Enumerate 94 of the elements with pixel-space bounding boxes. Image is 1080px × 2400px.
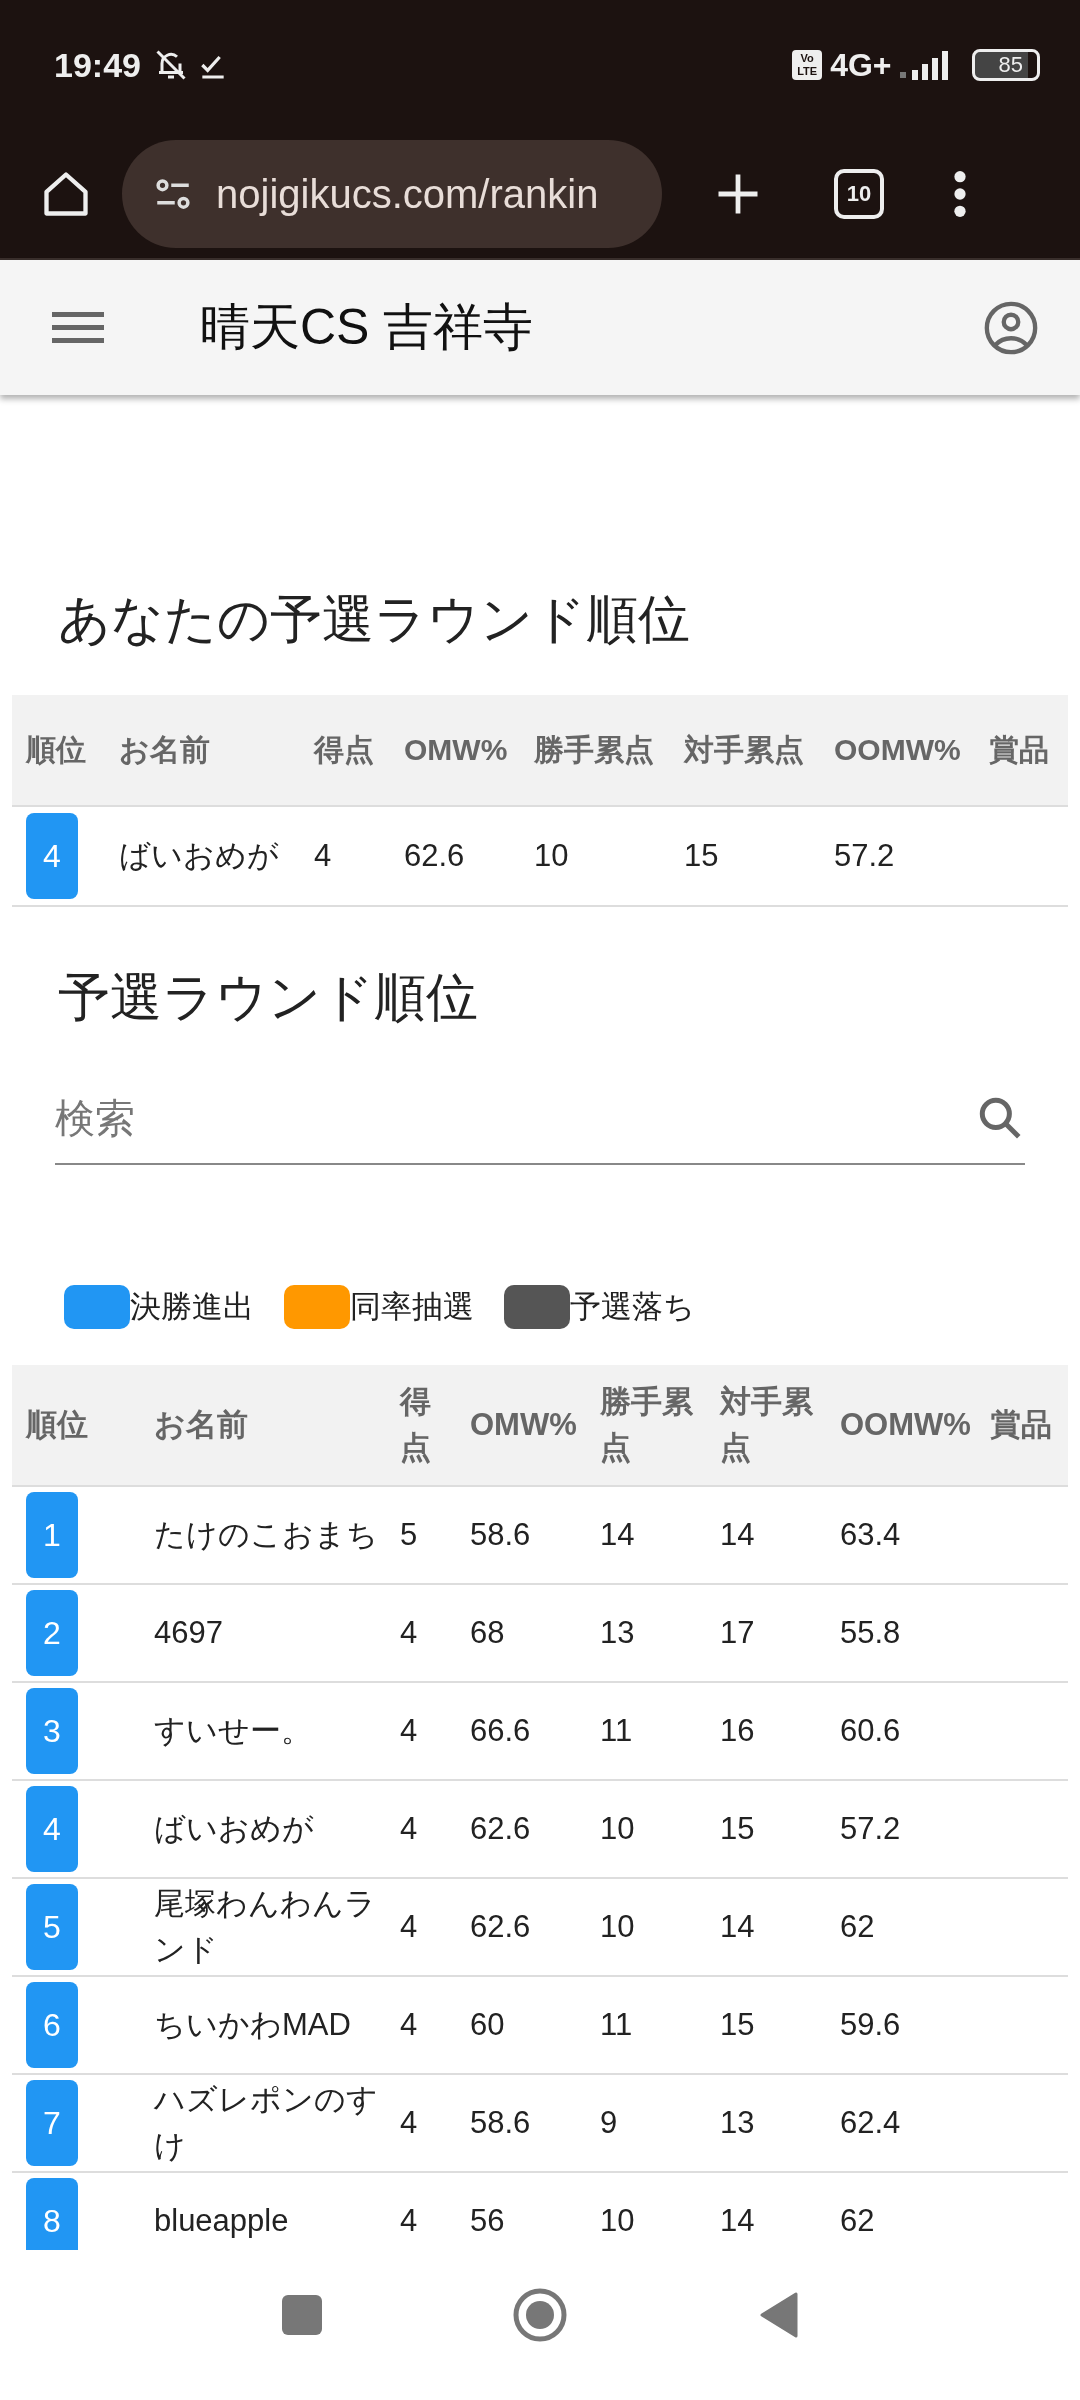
rank-badge: 7	[26, 2080, 78, 2166]
table-cell: 62	[840, 1878, 990, 1976]
table-cell: 13	[600, 1584, 720, 1682]
table-cell: 14	[720, 2172, 840, 2250]
table-cell: 10	[600, 1780, 720, 1878]
app-title: 晴天CS 吉祥寺	[200, 298, 534, 357]
table-cell: 14	[720, 1486, 840, 1584]
back-icon[interactable]	[758, 2292, 798, 2338]
name-cell: blueapple	[130, 2172, 400, 2250]
rank-badge: 6	[26, 1982, 78, 2068]
battery-indicator: 85	[971, 49, 1040, 81]
status-time: 19:49	[54, 45, 141, 85]
table-cell: 11	[600, 1682, 720, 1780]
column-header: 対手累点	[670, 695, 820, 806]
table-cell: 55.8	[840, 1584, 990, 1682]
name-cell: ハズレポンのすけ	[130, 2074, 400, 2172]
section-heading: 予選ラウンド順位	[57, 967, 479, 1028]
column-header: 賞品	[975, 695, 1068, 806]
table-cell: 57.2	[840, 1780, 990, 1878]
column-header: 勝手累点	[600, 1365, 720, 1486]
table-cell: 58.6	[470, 2074, 600, 2172]
table-cell: 4	[400, 2172, 470, 2250]
column-header: 得点	[300, 695, 390, 806]
table-cell: 9	[600, 2074, 720, 2172]
column-header: OMW%	[390, 695, 520, 806]
table-cell: 57.2	[820, 806, 975, 906]
tab-count-button[interactable]: 10	[834, 169, 884, 219]
column-header: お名前	[105, 695, 300, 806]
table-cell: 15	[720, 1976, 840, 2074]
column-header: 対手累点	[720, 1365, 840, 1486]
name-cell: すいせー。	[130, 1682, 400, 1780]
column-header: 順位	[12, 1365, 130, 1486]
table-cell: 63.4	[840, 1486, 990, 1584]
table-cell: 15	[670, 806, 820, 906]
table-cell: 62.4	[840, 2074, 990, 2172]
column-header: 勝手累点	[520, 695, 670, 806]
column-header: 順位	[12, 695, 105, 806]
table-cell: 62.6	[470, 1780, 600, 1878]
table-cell: 5	[400, 1486, 470, 1584]
legend-label: 同率抽選	[350, 1288, 474, 1326]
rank-badge: 1	[26, 1492, 78, 1578]
rank-badge: 5	[26, 1884, 78, 1970]
name-cell: 4697	[130, 1584, 400, 1682]
table-cell: 4	[400, 1780, 470, 1878]
table-cell: 62	[840, 2172, 990, 2250]
name-cell: たけのこおまち	[130, 1486, 400, 1584]
table-cell: 68	[470, 1584, 600, 1682]
rank-badge: 2	[26, 1590, 78, 1676]
legend-label: 予選落ち	[570, 1288, 695, 1326]
table-cell: 15	[720, 1780, 840, 1878]
rank-badge: 8	[26, 2178, 78, 2250]
column-header: OOMW%	[820, 695, 975, 806]
volte-badge: Vo LTE	[792, 50, 823, 80]
name-cell: 尾塚わんわんランド	[130, 1878, 400, 1976]
column-header: 得点	[400, 1365, 470, 1486]
table-cell: 66.6	[470, 1682, 600, 1780]
home-button-icon[interactable]	[512, 2287, 568, 2343]
table-cell: 4	[400, 2074, 470, 2172]
table-cell: 62.6	[470, 1878, 600, 1976]
rank-badge: 3	[26, 1688, 78, 1774]
table-cell: 62.6	[390, 806, 520, 906]
rank-badge: 4	[26, 813, 78, 899]
table-cell: 14	[720, 1878, 840, 1976]
address-bar[interactable]: nojigikucs.com/rankin	[122, 140, 662, 248]
table-cell: 60.6	[840, 1682, 990, 1780]
table-cell: 4	[400, 1682, 470, 1780]
name-cell: ちいかわMAD	[130, 1976, 400, 2074]
name-cell: ばいおめが	[105, 806, 300, 906]
column-header: お名前	[130, 1365, 400, 1486]
column-header: OOMW%	[840, 1365, 990, 1486]
table-cell: 59.6	[840, 1976, 990, 2074]
table-cell: 14	[600, 1486, 720, 1584]
table-cell: 58.6	[470, 1486, 600, 1584]
table-cell: 4	[400, 1878, 470, 1976]
table-cell: 4	[300, 806, 390, 906]
network-type: 4G+	[830, 46, 892, 84]
table-cell: 4	[400, 1976, 470, 2074]
name-cell: ばいおめが	[130, 1780, 400, 1878]
table-cell: 56	[470, 2172, 600, 2250]
table-cell: 4	[400, 1584, 470, 1682]
table-cell: 11	[600, 1976, 720, 2074]
legend-label: 決勝進出	[130, 1288, 254, 1326]
table-cell: 10	[600, 2172, 720, 2250]
table-cell: 10	[520, 806, 670, 906]
table-cell: 16	[720, 1682, 840, 1780]
column-header: 賞品	[990, 1365, 1068, 1486]
column-header: OMW%	[470, 1365, 600, 1486]
table-cell: 10	[600, 1878, 720, 1976]
table-cell: 60	[470, 1976, 600, 2074]
table-cell: 13	[720, 2074, 840, 2172]
table-cell: 17	[720, 1584, 840, 1682]
search-field[interactable]: 検索	[55, 1095, 975, 1141]
rank-badge: 4	[26, 1786, 78, 1872]
section-heading: あなたの予選ラウンド順位	[57, 589, 691, 650]
